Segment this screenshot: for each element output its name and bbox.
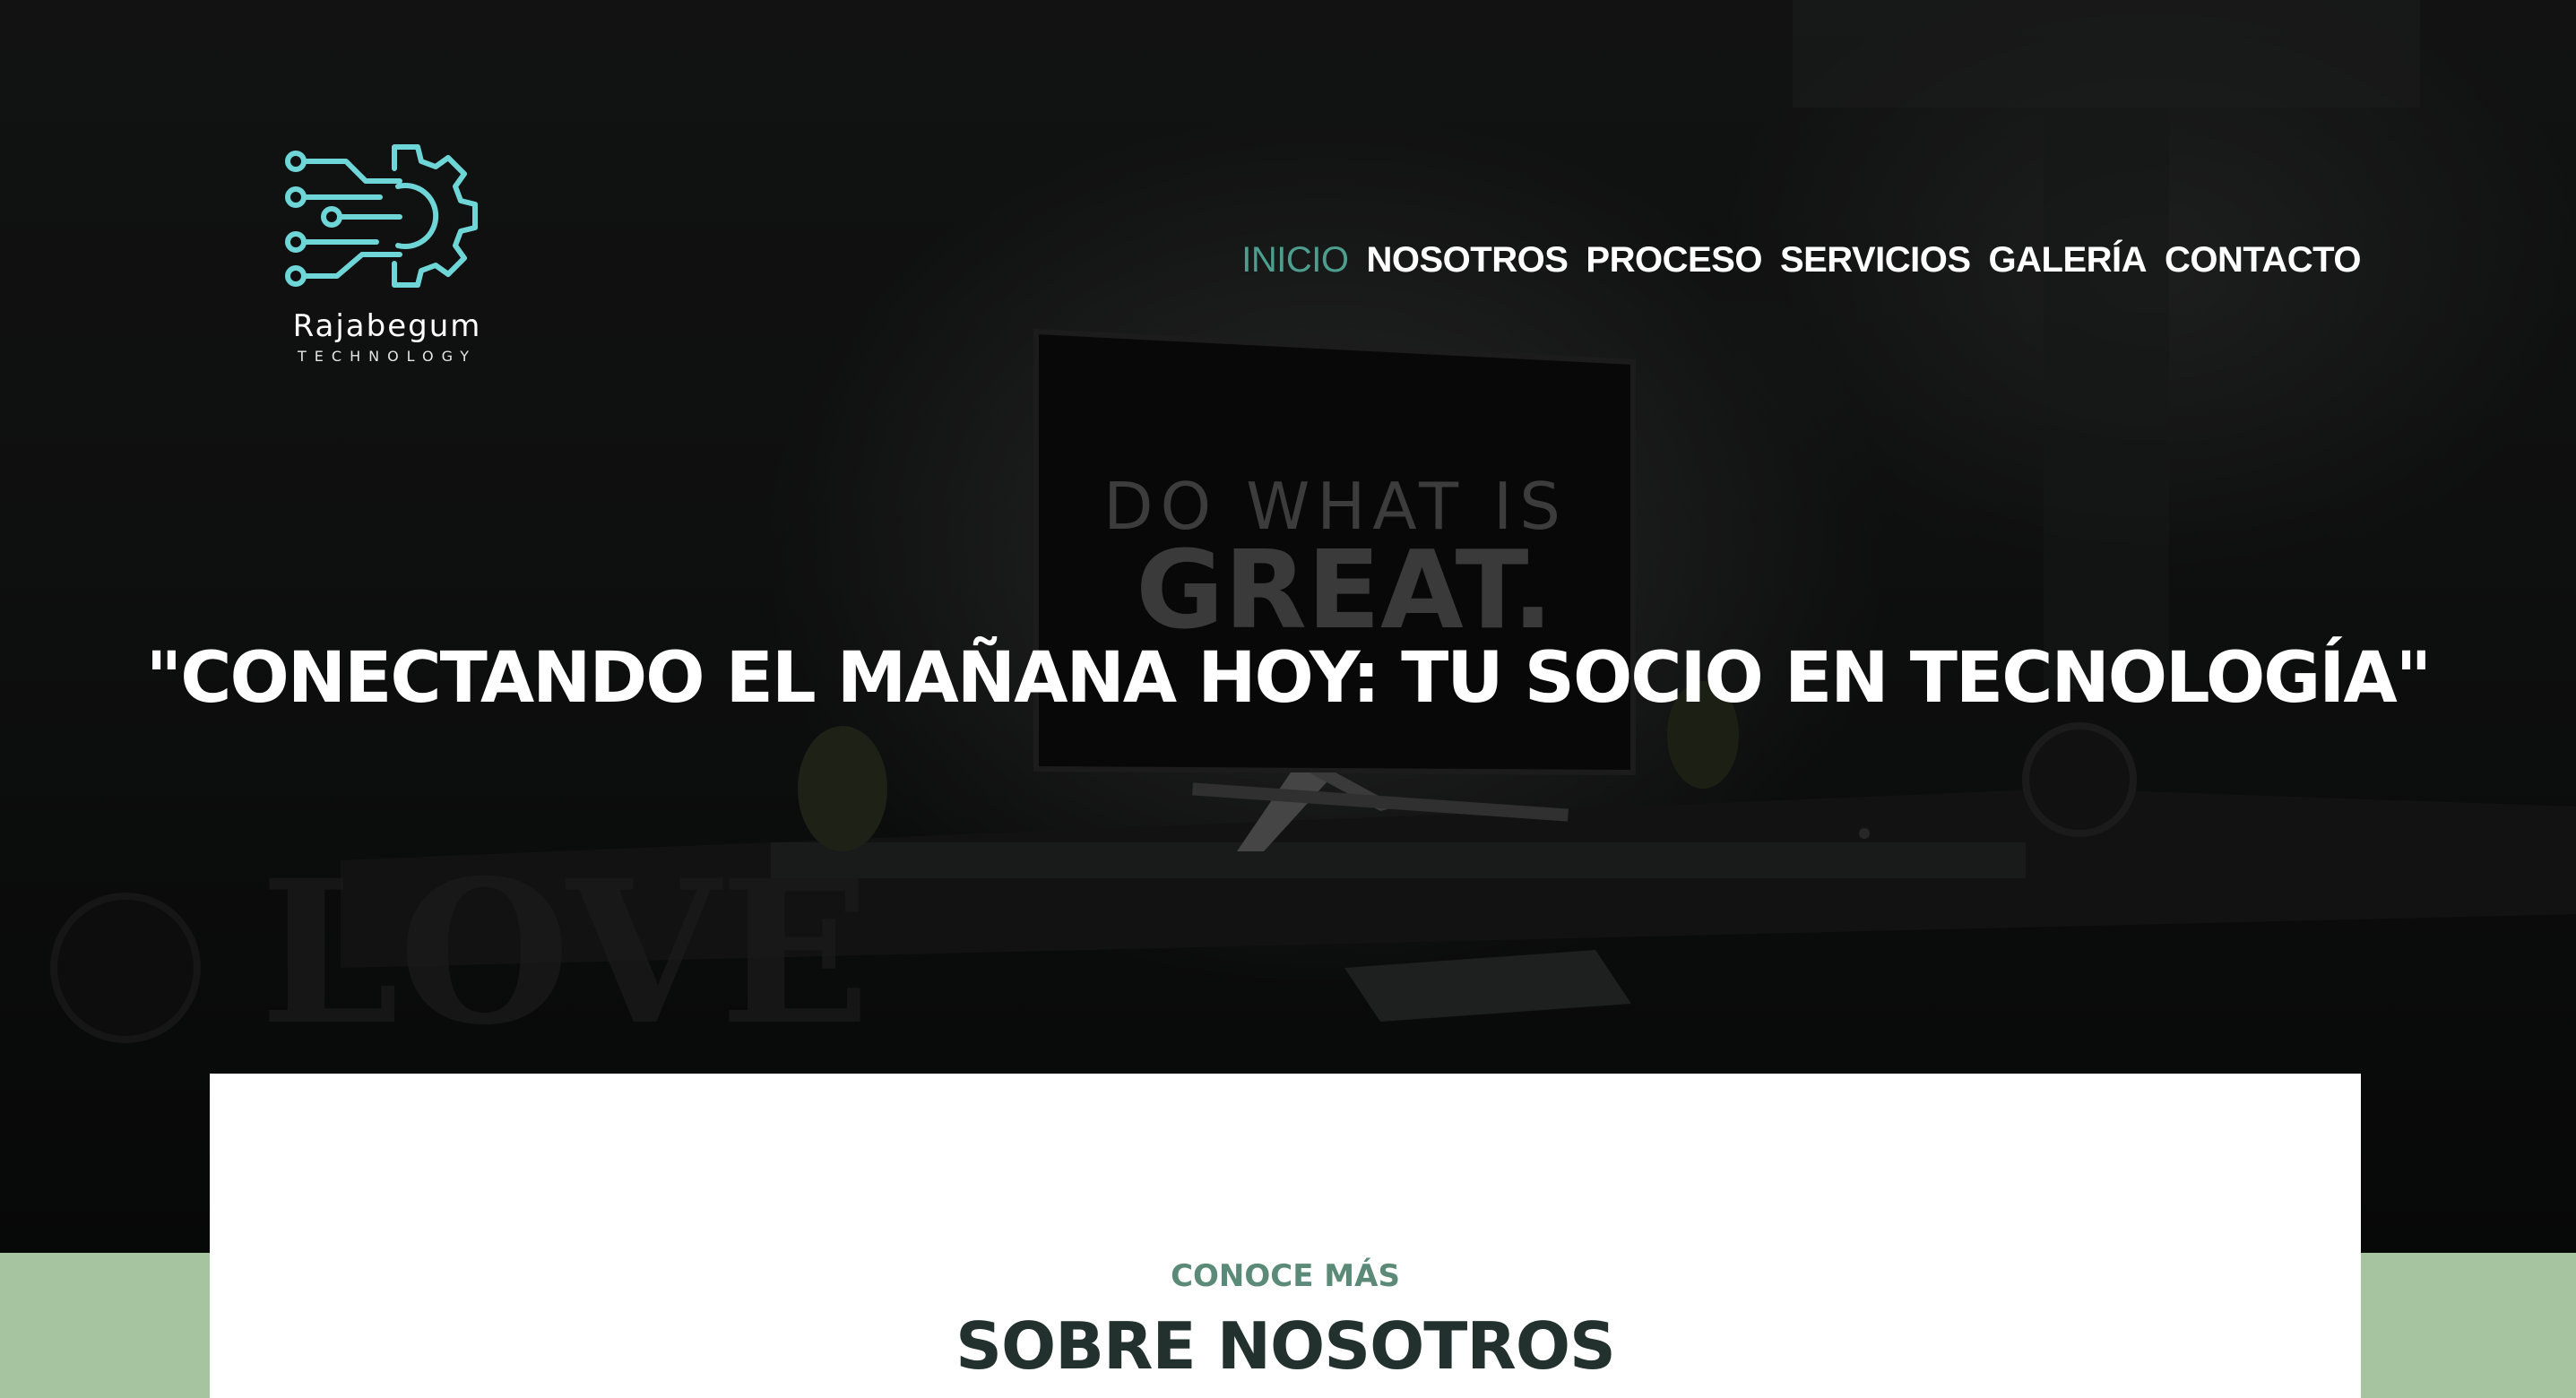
brand-tagline: TECHNOLOGY bbox=[298, 348, 477, 365]
nav-item-inicio[interactable]: INICIO bbox=[1241, 240, 1349, 280]
about-title: SOBRE NOSOTROS bbox=[955, 1308, 1616, 1384]
brand-name: Rajabegum bbox=[292, 308, 482, 344]
circuit-gear-icon bbox=[285, 144, 478, 288]
nav-item-servicios[interactable]: SERVICIOS bbox=[1780, 240, 1971, 280]
nav-item-nosotros[interactable]: NOSOTROS bbox=[1366, 240, 1568, 280]
hero-section: DO WHAT IS GREAT. LOVE Rajabegum TECHNOL… bbox=[0, 0, 2576, 1253]
nav-item-galeria[interactable]: GALERÍA bbox=[1989, 240, 2148, 280]
main-nav: INICIO NOSOTROS PROCESO SERVICIOS GALERÍ… bbox=[1241, 240, 2361, 280]
nav-item-contacto[interactable]: CONTACTO bbox=[2165, 240, 2361, 280]
nav-item-proceso[interactable]: PROCESO bbox=[1586, 240, 1762, 280]
brand-logo[interactable]: Rajabegum TECHNOLOGY bbox=[280, 142, 495, 365]
about-eyebrow: CONOCE MÁS bbox=[1171, 1258, 1400, 1294]
about-section: CONOCE MÁS SOBRE NOSOTROS bbox=[210, 1074, 2361, 1398]
hero-headline: "CONECTANDO EL MAÑANA HOY: TU SOCIO EN T… bbox=[145, 638, 2433, 719]
